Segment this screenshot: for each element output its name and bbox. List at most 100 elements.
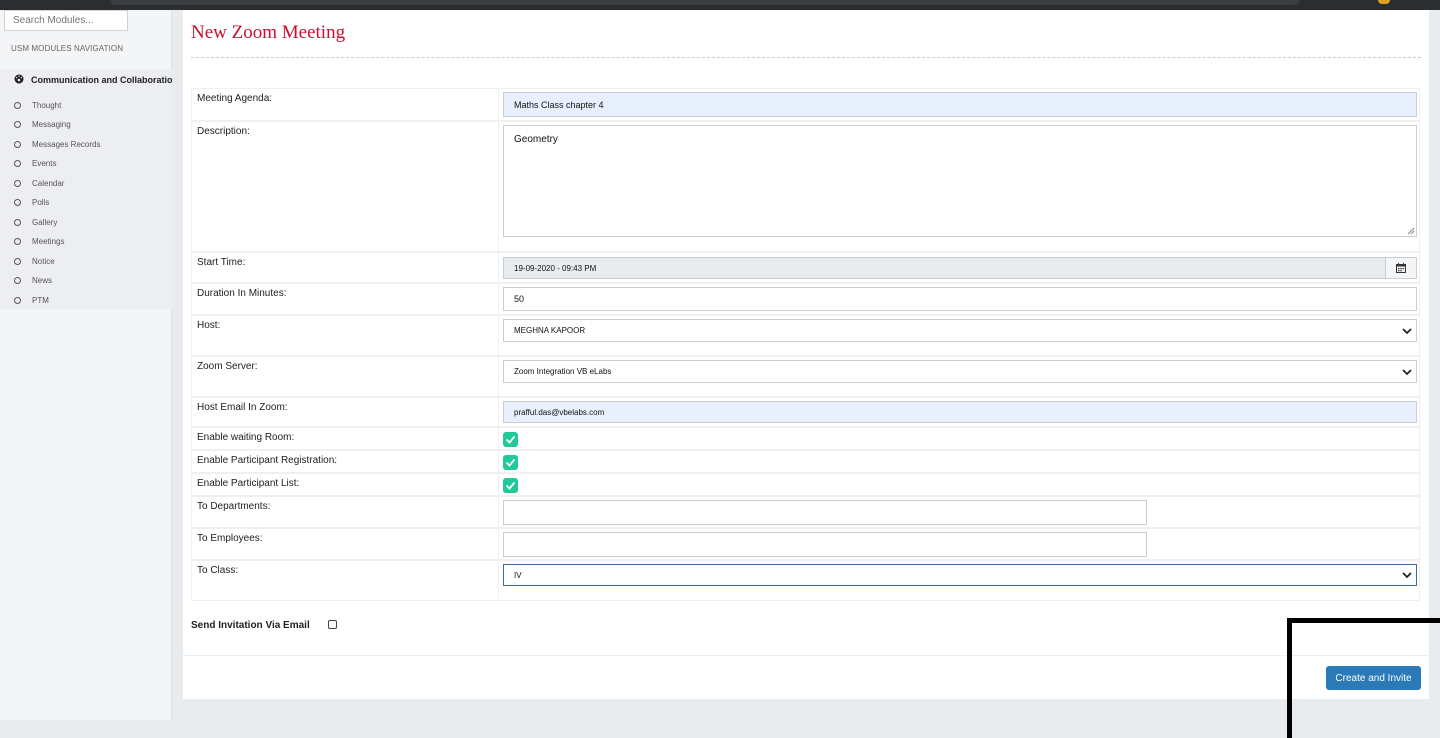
description-label: Description:	[197, 126, 250, 137]
column-divider	[498, 398, 499, 426]
circle-icon	[14, 121, 21, 128]
chevron-down-icon	[1402, 368, 1412, 375]
main-panel: New Zoom Meeting Meeting Agenda: Maths C…	[183, 10, 1429, 699]
column-divider	[498, 357, 499, 396]
dashboard-gauge-icon	[14, 74, 24, 84]
sidebar-item-label: Events	[32, 159, 57, 168]
column-divider	[498, 284, 499, 314]
overlay-frame	[1287, 618, 1440, 738]
sidebar-item-label: Messages Records	[32, 140, 101, 149]
to-class-select[interactable]: IV	[503, 564, 1417, 586]
chevron-down-icon	[1402, 572, 1412, 579]
sidebar-item-meetings[interactable]: Meetings	[14, 237, 64, 251]
footer-divider	[183, 655, 1429, 656]
send-invitation-checkbox[interactable]	[328, 620, 337, 629]
circle-icon	[14, 258, 21, 265]
column-divider	[498, 451, 499, 472]
host-select[interactable]: MEGHNA KAPOOR	[503, 319, 1417, 342]
sidebar-item-ptm[interactable]: PTM	[14, 296, 49, 310]
check-icon	[505, 458, 516, 467]
sidebar-item-polls[interactable]: Polls	[14, 198, 49, 212]
participant-registration-checkbox[interactable]	[503, 455, 518, 470]
sidebar-item-label: PTM	[32, 296, 49, 305]
departments-input[interactable]	[503, 500, 1147, 525]
row-host: Host: MEGHNA KAPOOR	[191, 315, 1420, 356]
waiting-room-label: Enable waiting Room:	[197, 432, 295, 443]
sidebar-item-events[interactable]: Events	[14, 159, 56, 173]
row-description: Description: Geometry	[191, 121, 1420, 252]
description-text: Geometry	[514, 134, 558, 145]
row-employees: To Employees:	[191, 528, 1420, 560]
employees-label: To Employees:	[197, 533, 263, 544]
page-title: New Zoom Meeting	[191, 22, 346, 43]
sidebar-item-label: Messaging	[32, 120, 71, 129]
user-badge-icon	[1378, 0, 1390, 4]
sidebar-item-label: News	[32, 276, 53, 285]
host-select-value: MEGHNA KAPOOR	[514, 326, 586, 335]
zoom-server-select-value: Zoom Integration VB eLabs	[514, 367, 612, 376]
sidebar-item-messages-records[interactable]: Messages Records	[14, 140, 100, 154]
host-label: Host:	[197, 320, 221, 331]
sidebar-item-thought[interactable]: Thought	[14, 101, 61, 115]
check-icon	[505, 481, 516, 490]
participant-list-checkbox[interactable]	[503, 478, 518, 493]
participant-registration-label: Enable Participant Registration:	[197, 455, 338, 466]
circle-icon	[14, 180, 21, 187]
circle-icon	[14, 160, 21, 167]
row-host-email: Host Email In Zoom: prafful.das@vbelabs.…	[191, 397, 1420, 427]
circle-icon	[14, 297, 21, 304]
row-zoom-server: Zoom Server: Zoom Integration VB eLabs	[191, 356, 1420, 397]
meeting-agenda-input[interactable]: Maths Class chapter 4	[503, 92, 1417, 117]
column-divider	[498, 497, 499, 527]
circle-icon	[14, 277, 21, 284]
top-bar	[0, 0, 1440, 10]
sidebar-group-communication[interactable]: Communication and Collaboration	[14, 74, 172, 88]
calendar-icon	[1396, 263, 1406, 273]
circle-icon	[14, 219, 21, 226]
waiting-room-checkbox[interactable]	[503, 432, 518, 447]
zoom-server-select[interactable]: Zoom Integration VB eLabs	[503, 360, 1417, 383]
send-invitation-label: Send Invitation Via Email	[191, 620, 310, 631]
column-divider	[498, 122, 499, 251]
sidebar-item-label: Calendar	[32, 179, 65, 188]
row-duration: Duration In Minutes: 50	[191, 283, 1420, 315]
row-start-time: Start Time: 19-09-2020 - 09:43 PM	[191, 252, 1420, 283]
sidebar-item-messaging[interactable]: Messaging	[14, 120, 71, 134]
duration-input[interactable]: 50	[503, 287, 1417, 311]
resize-handle-icon[interactable]	[1407, 227, 1415, 235]
start-time-value: 19-09-2020 - 09:43 PM	[514, 263, 597, 273]
sidebar-item-label: Thought	[32, 101, 62, 110]
start-time-label: Start Time:	[197, 257, 246, 268]
row-participant-registration: Enable Participant Registration:	[191, 450, 1420, 473]
description-textarea[interactable]: Geometry	[503, 125, 1417, 237]
search-modules-input[interactable]	[4, 10, 128, 31]
sidebar-item-news[interactable]: News	[14, 276, 52, 290]
sidebar-item-label: Notice	[32, 257, 55, 266]
sidebar-item-notice[interactable]: Notice	[14, 257, 55, 271]
employees-input[interactable]	[503, 532, 1147, 557]
sidebar: USM MODULES NAVIGATION Communication and…	[0, 10, 172, 720]
column-divider	[498, 253, 499, 282]
column-divider	[498, 474, 499, 495]
row-participant-list: Enable Participant List:	[191, 473, 1420, 496]
check-icon	[505, 435, 516, 444]
row-waiting-room: Enable waiting Room:	[191, 427, 1420, 450]
zoom-server-label: Zoom Server:	[197, 361, 258, 372]
sidebar-group-label: Communication and Collaboration	[31, 75, 172, 85]
start-time-input[interactable]: 19-09-2020 - 09:43 PM	[503, 257, 1417, 279]
meeting-agenda-label: Meeting Agenda:	[197, 93, 273, 104]
host-email-label: Host Email In Zoom:	[197, 402, 288, 413]
sidebar-item-gallery[interactable]: Gallery	[14, 218, 57, 232]
sidebar-item-calendar[interactable]: Calendar	[14, 179, 64, 193]
to-class-label: To Class:	[197, 565, 239, 576]
chevron-down-icon	[1402, 327, 1412, 334]
calendar-button[interactable]	[1385, 258, 1416, 278]
host-email-input[interactable]: prafful.das@vbelabs.com	[503, 401, 1417, 423]
row-meeting-agenda: Meeting Agenda: Maths Class chapter 4	[191, 88, 1420, 121]
to-class-select-value: IV	[514, 570, 522, 580]
duration-label: Duration In Minutes:	[197, 288, 287, 299]
circle-icon	[14, 102, 21, 109]
sidebar-item-label: Gallery	[32, 218, 58, 227]
column-divider	[498, 529, 499, 559]
column-divider	[498, 428, 499, 449]
